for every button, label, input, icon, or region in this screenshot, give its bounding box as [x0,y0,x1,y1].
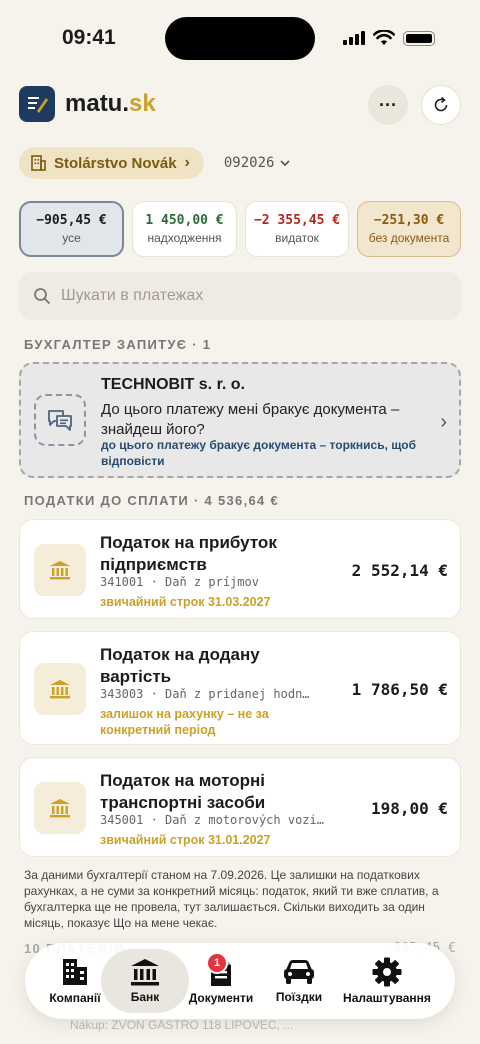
company-name: Stolárstvo Novák [54,154,177,172]
filter-amount: −2 355,45 € [253,213,341,228]
refresh-icon [434,96,448,112]
request-company: TECHNOBIT s. r. o. [101,376,246,393]
tab-label: Компанії [49,991,101,1005]
bank-icon [34,544,86,596]
filter-expense[interactable]: −2 355,45 € видаток [245,201,349,257]
refresh-button[interactable] [421,85,461,125]
filter-chips: −905,45 € усе 1 450,00 € надходження −2 … [19,201,461,257]
status-bar: 09:41 [0,0,480,78]
tax-code: 345001 · Daň z motorových vozi… [100,813,324,827]
gear-icon [372,957,402,987]
company-period-row: Stolárstvo Novák › 092026 [19,147,291,179]
tax-code: 341001 · Daň z príjmov [100,575,259,589]
status-time: 09:41 [62,26,116,49]
wifi-icon [373,30,395,45]
tab-label: Поїздки [275,990,323,1004]
tax-title: Податок на додану вартість [100,645,260,686]
search-input[interactable]: Шукати в платежах [19,272,461,320]
chevron-right-icon: › [184,154,190,171]
request-question: До цього платежу мені бракує документа –… [101,401,400,438]
tax-code: 343003 · Daň z pridanej hodn… [100,687,310,701]
bank-icon [34,782,86,834]
period-value: 092026 [223,155,275,171]
buildings-icon [63,959,87,985]
search-placeholder: Шукати в платежах [61,287,204,304]
car-icon [284,960,314,984]
brand-name: matu.sk [65,90,156,117]
tax-title: Податок на моторні транспортні засоби [100,771,266,812]
signal-icon [343,31,365,45]
tax-balance-note: За даними бухгалтерії станом на 7.09.202… [24,868,439,930]
building-icon [31,155,46,171]
tax-due-date: залишок на рахунку – не за конкретний пе… [100,707,269,737]
bank-icon [131,959,159,986]
tax-amount: 2 552,14 € [351,561,448,580]
filter-label: усе [62,231,81,245]
taxes-section-title: ПОДАТКИ ДО СПЛАТИ · 4 536,64 € [24,493,279,508]
dynamic-island [165,17,315,60]
tax-card[interactable]: Податок на додану вартість 343003 · Daň … [19,631,461,745]
accountant-request-card[interactable]: TECHNOBIT s. r. o. До цього платежу мені… [19,362,461,478]
filter-label: надходження [147,231,222,245]
tab-bank[interactable]: Банк [101,949,189,1013]
filter-no-document[interactable]: −251,30 € без документа [357,201,461,257]
filter-amount: −251,30 € [373,213,445,228]
tax-amount: 198,00 € [370,799,448,818]
tab-trips[interactable]: Поїздки [263,949,335,1013]
search-icon [34,288,50,304]
more-button[interactable]: ··· [368,85,408,125]
chat-bubbles-icon [34,394,86,446]
tax-card[interactable]: Податок на прибуток підприємств 341001 ·… [19,519,461,619]
payment-description: Nákup: ZVON GASTRO 118 LIPOVEC, ... [70,1018,294,1032]
tab-label: Документи [188,991,254,1005]
tax-due-date: звичайний строк 31.01.2027 [100,833,271,847]
filter-label: без документа [368,231,450,245]
tax-title: Податок на прибуток підприємств [100,533,277,574]
status-icons [343,30,435,46]
tax-amount: 1 786,50 € [351,680,448,699]
request-hint: до цього платежу бракує документа – торк… [101,438,416,468]
bottom-tab-bar: Компанії Банк Документи Поїздки Налаштув… [25,943,455,1019]
filter-label: видаток [275,231,319,245]
more-icon: ··· [379,94,397,115]
company-selector[interactable]: Stolárstvo Novák › [19,147,204,179]
bank-icon [34,663,86,715]
filter-amount: −905,45 € [36,213,107,228]
documents-badge: 1 [206,952,228,974]
battery-icon [403,30,435,46]
accountant-section-title: БУХГАЛТЕР ЗАПИТУЄ · 1 [24,337,212,352]
chevron-right-icon: › [440,411,447,433]
chevron-down-icon [280,159,291,166]
filter-amount: 1 450,00 € [145,213,224,228]
tab-label: Банк [130,990,160,1004]
tab-label: Налаштування [343,991,431,1005]
tax-due-date: звичайний строк 31.03.2027 [100,595,271,609]
app-header: matu.sk ··· [19,85,461,125]
filter-all[interactable]: −905,45 € усе [19,201,124,257]
tab-settings[interactable]: Налаштування [337,949,437,1013]
app-logo-icon [19,86,55,122]
period-selector[interactable]: 092026 [224,155,291,171]
tab-companies[interactable]: Компанії [41,949,109,1013]
tax-card[interactable]: Податок на моторні транспортні засоби 34… [19,757,461,857]
filter-income[interactable]: 1 450,00 € надходження [132,201,237,257]
